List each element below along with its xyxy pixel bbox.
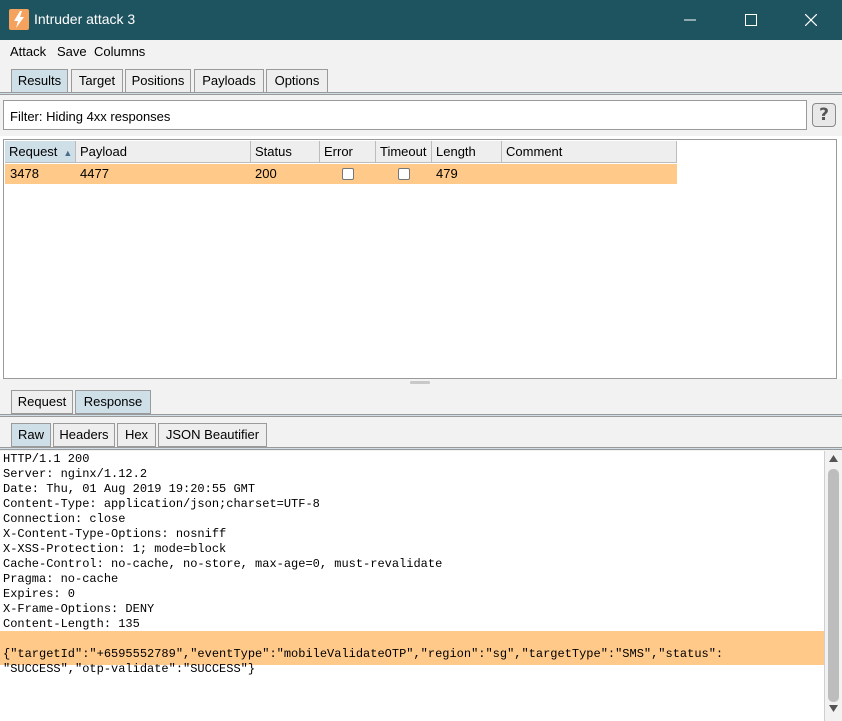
- maximize-icon: [745, 14, 757, 26]
- main-tab-strip: Results Target Positions Payloads Option…: [0, 64, 842, 96]
- column-header-payload[interactable]: Payload: [76, 141, 251, 163]
- column-header-error[interactable]: Error: [320, 141, 376, 163]
- filter-text: Filter: Hiding 4xx responses: [10, 109, 171, 124]
- response-line: Content-Type: application/json;charset=U…: [3, 497, 320, 511]
- window-title: Intruder attack 3: [34, 11, 136, 27]
- close-icon: [805, 14, 817, 26]
- maximize-button[interactable]: [728, 0, 774, 40]
- response-line: Date: Thu, 01 Aug 2019 19:20:55 GMT: [3, 482, 256, 496]
- column-header-timeout[interactable]: Timeout: [376, 141, 432, 163]
- message-tab-strip: Request Response: [0, 387, 842, 418]
- vertical-scrollbar[interactable]: [824, 451, 842, 721]
- tab-raw[interactable]: Raw: [11, 423, 51, 447]
- column-header-length[interactable]: Length: [432, 141, 502, 163]
- cell-length: 479: [436, 166, 458, 181]
- help-button[interactable]: ?: [812, 103, 836, 127]
- scroll-up-arrow-icon[interactable]: [829, 455, 838, 462]
- response-editor[interactable]: HTTP/1.1 200 Server: nginx/1.12.2 Date: …: [0, 451, 824, 721]
- error-checkbox[interactable]: [342, 168, 354, 180]
- help-icon: ?: [819, 105, 829, 125]
- tab-response[interactable]: Response: [75, 390, 151, 414]
- minimize-button[interactable]: [667, 0, 713, 40]
- tab-payloads[interactable]: Payloads: [194, 69, 264, 93]
- scroll-thumb[interactable]: [828, 469, 839, 702]
- scroll-down-arrow-icon[interactable]: [829, 705, 838, 712]
- cell-request: 3478: [10, 166, 39, 181]
- filter-bar: Filter: Hiding 4xx responses ?: [0, 96, 842, 136]
- menu-save[interactable]: Save: [57, 44, 87, 59]
- menu-bar: Attack Save Columns: [0, 40, 842, 64]
- results-table: Request ▲ Payload Status Error Timeout Le…: [3, 139, 837, 379]
- response-line: HTTP/1.1 200: [3, 452, 90, 466]
- response-line: Expires: 0: [3, 587, 76, 601]
- response-line: Cache-Control: no-cache, no-store, max-a…: [3, 557, 443, 571]
- response-line: X-XSS-Protection: 1; mode=block: [3, 542, 227, 556]
- table-row[interactable]: 3478 4477 200 479: [5, 164, 677, 184]
- tab-divider: [0, 414, 842, 417]
- menu-columns[interactable]: Columns: [94, 44, 145, 59]
- tab-divider: [0, 447, 842, 450]
- cell-payload: 4477: [80, 166, 109, 181]
- menu-attack[interactable]: Attack: [10, 44, 46, 59]
- pane-splitter[interactable]: [0, 379, 842, 387]
- response-line: X-Content-Type-Options: nosniff: [3, 527, 227, 541]
- response-line: "SUCCESS","otp-validate":"SUCCESS"}: [3, 662, 256, 676]
- column-header-status[interactable]: Status: [251, 141, 320, 163]
- response-line: Pragma: no-cache: [3, 572, 119, 586]
- cell-status: 200: [255, 166, 277, 181]
- tab-hex[interactable]: Hex: [117, 423, 156, 447]
- view-tab-strip: Raw Headers Hex JSON Beautifier: [0, 418, 842, 451]
- tab-target[interactable]: Target: [71, 69, 123, 93]
- splitter-grip-icon: [410, 381, 430, 384]
- column-label: Request: [9, 144, 58, 159]
- filter-field[interactable]: Filter: Hiding 4xx responses: [3, 100, 807, 130]
- column-header-request[interactable]: Request ▲: [5, 141, 76, 163]
- minimize-icon: [684, 19, 696, 21]
- response-line: X-Frame-Options: DENY: [3, 602, 155, 616]
- response-line: Connection: close: [3, 512, 126, 526]
- sort-ascending-icon: ▲: [63, 148, 73, 158]
- title-bar: Intruder attack 3: [0, 0, 842, 40]
- column-header-comment[interactable]: Comment: [502, 141, 677, 163]
- tab-options[interactable]: Options: [266, 69, 328, 93]
- tab-positions[interactable]: Positions: [125, 69, 191, 93]
- close-button[interactable]: [788, 0, 834, 40]
- burp-app-icon: [9, 9, 29, 30]
- tab-request[interactable]: Request: [11, 390, 73, 414]
- tab-headers[interactable]: Headers: [53, 423, 115, 447]
- response-line: {"targetId":"+6595552789","eventType":"m…: [3, 647, 724, 661]
- timeout-checkbox[interactable]: [398, 168, 410, 180]
- tab-results[interactable]: Results: [11, 69, 68, 93]
- tab-json-beautifier[interactable]: JSON Beautifier: [158, 423, 267, 447]
- response-line: Content-Length: 135: [3, 617, 140, 631]
- tab-divider: [0, 92, 842, 95]
- response-line: Server: nginx/1.12.2: [3, 467, 148, 481]
